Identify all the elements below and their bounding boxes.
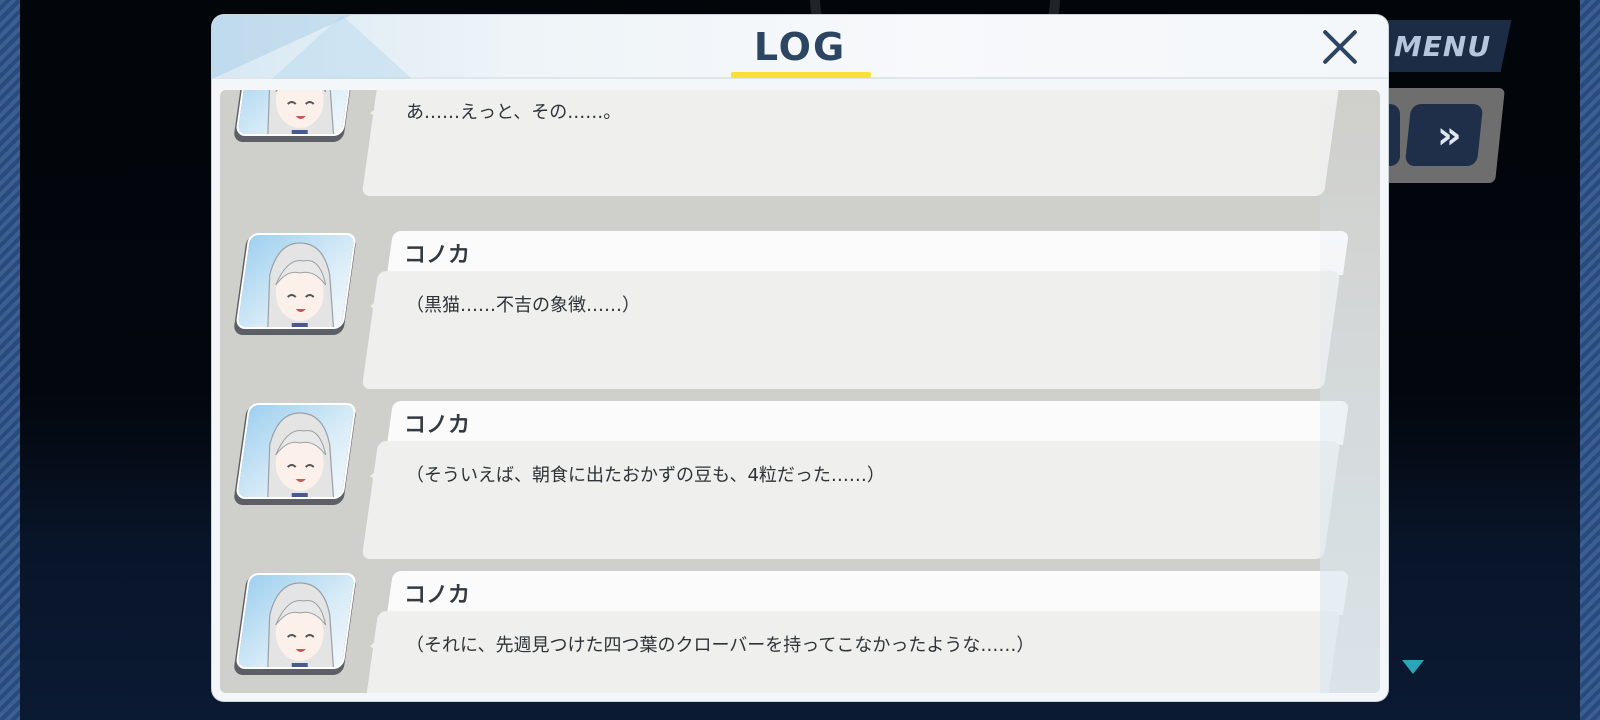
message-text: （それに、先週見つけた四つ葉のクローバーを持ってこなかったような……） [406,635,1035,656]
message-notch [370,637,382,655]
speaker-name: コノカ [404,413,471,438]
menu-button[interactable]: MENU [1374,20,1512,72]
message-notch [370,297,382,315]
log-entry: コノカ （黒猫……不吉の象徴……） [220,231,1380,391]
close-icon[interactable] [1320,27,1360,67]
message-box [361,271,1341,389]
left-frame-border [0,0,20,720]
message-text: あ……えっと、その……。 [406,102,622,123]
fast-forward-icon: » [1436,113,1452,157]
speaker-name: コノカ [404,243,471,268]
menu-label: MENU [1394,29,1492,63]
speaker-tab [386,231,1350,275]
message-notch [370,104,382,122]
log-list[interactable]: あ……えっと、その……。 コノカ （黒猫……不吉の象徴……） コノカ （そういえ… [220,90,1380,693]
right-frame-border [1580,0,1600,720]
message-notch [370,467,382,485]
title-underline [731,72,871,78]
character-avatar [235,90,357,136]
character-avatar [235,403,357,499]
message-text: （そういえば、朝食に出たおかずの豆も、4粒だった……） [406,465,885,486]
speaker-tab [386,571,1350,615]
dialog-title: LOG [753,25,847,69]
character-avatar [235,573,357,669]
log-entry: あ……えっと、その……。 [220,90,1380,198]
speaker-name: コノカ [404,583,471,608]
dialog-header: LOG [212,15,1388,79]
log-dialog: LOG あ……えっと、その……。 コノカ （黒猫……不吉の象徴……） コノカ （… [212,15,1388,701]
log-entry: コノカ （それに、先週見つけた四つ葉のクローバーを持ってこなかったような……） [220,571,1380,693]
scroll-down-indicator-icon [1402,660,1424,674]
message-text: （黒猫……不吉の象徴……） [406,295,640,316]
log-entry: コノカ （そういえば、朝食に出たおかずの豆も、4粒だった……） [220,401,1380,561]
speaker-tab [386,401,1350,445]
message-box [361,441,1341,559]
character-avatar [235,233,357,329]
fast-forward-button[interactable]: » [1404,104,1484,166]
